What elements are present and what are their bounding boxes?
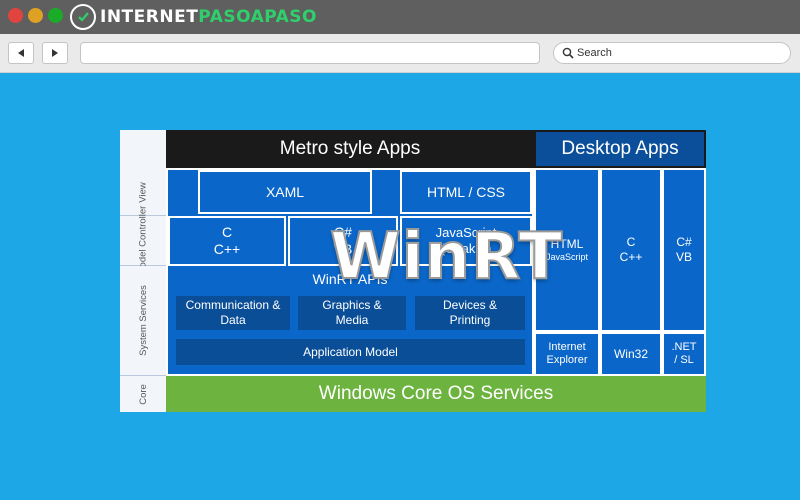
forward-button[interactable] [42,42,68,64]
layer-label-core: Core [120,376,166,412]
logo-icon [70,4,96,30]
communication-data-box: Communication & Data [175,295,291,331]
layer-label-system-services: System Services [120,266,166,376]
site-logo: INTERNET PASOAPASO [70,3,317,31]
search-box[interactable]: Search [553,42,791,64]
devices-printing-box: Devices & Printing [414,295,526,331]
xaml-box: XAML [198,170,372,214]
title-bar: INTERNET PASOAPASO [0,0,800,34]
logo-text-pasoapaso: PASOAPASO [198,7,317,27]
search-placeholder: Search [577,47,612,59]
desktop-csharp-vb-box: C# VB [662,168,706,332]
maximize-window-button[interactable] [48,8,63,23]
win32-box: Win32 [600,332,662,376]
graphics-media-box: Graphics & Media [297,295,407,331]
minimize-window-button[interactable] [28,8,43,23]
browser-toolbar: Search [0,34,800,73]
metro-apps-header: Metro style Apps [166,130,534,168]
windows-core-os-services: Windows Core OS Services [166,376,706,412]
browser-window: INTERNET PASOAPASO Search View Model Cont… [0,0,800,500]
winrt-overlay-title: WinRT [329,219,564,295]
back-button[interactable] [8,42,34,64]
back-arrow-icon [18,49,24,57]
layer-label-model-controller: Model Controller [120,206,166,275]
desktop-apps-header: Desktop Apps [534,130,706,168]
internet-explorer-box: Internet Explorer [534,332,600,376]
address-bar[interactable] [80,42,540,64]
c-cpp-box: C C++ [168,216,286,266]
dotnet-sl-box: .NET / SL [662,332,706,376]
search-icon [562,47,574,59]
forward-arrow-icon [52,49,58,57]
application-model-box: Application Model [175,338,526,366]
winrt-architecture-diagram: View Model Controller System Services Co… [120,130,706,412]
close-window-button[interactable] [8,8,23,23]
logo-text-internet: INTERNET [100,7,199,27]
desktop-c-cpp-box: C C++ [600,168,662,332]
html-css-box: HTML / CSS [400,170,532,214]
